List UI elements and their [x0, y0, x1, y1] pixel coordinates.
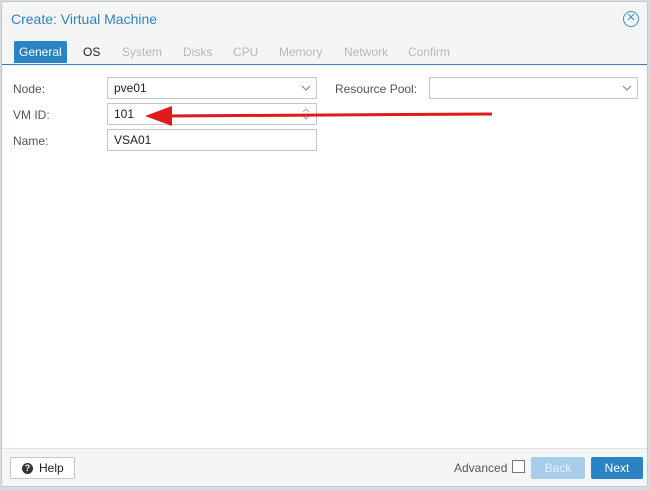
tab-cpu: CPU [233, 45, 259, 59]
node-label: Node: [13, 82, 46, 96]
tab-general[interactable]: General [14, 41, 67, 63]
question-icon: ? [22, 463, 33, 474]
resource-pool-select[interactable] [429, 77, 638, 99]
title-bar: Create: Virtual Machine ✕ [2, 2, 647, 36]
tab-memory: Memory [279, 45, 323, 59]
vmid-value: 101 [114, 107, 135, 121]
dialog-footer: ? Help Advanced Back Next [2, 448, 647, 486]
node-value: pve01 [114, 81, 147, 95]
close-icon[interactable]: ✕ [623, 11, 639, 27]
advanced-label: Advanced [454, 461, 508, 475]
name-field[interactable]: VSA01 [107, 129, 317, 151]
tab-disks: Disks [183, 45, 213, 59]
tab-network: Network [344, 45, 389, 59]
tab-confirm: Confirm [408, 45, 451, 59]
vmid-label: VM ID: [13, 108, 50, 122]
annotation-arrow-icon [145, 106, 493, 126]
tab-system: System [122, 45, 163, 59]
chevron-down-icon [622, 85, 632, 91]
name-value: VSA01 [114, 133, 152, 147]
help-button-label: Help [39, 461, 64, 475]
wizard-tabs: General OS System Disks CPU Memory Netwo… [2, 39, 647, 65]
next-button[interactable]: Next [591, 457, 643, 479]
node-select[interactable]: pve01 [107, 77, 317, 99]
name-label: Name: [13, 134, 49, 148]
create-vm-dialog: Create: Virtual Machine ✕ General OS Sys… [1, 1, 648, 487]
help-button[interactable]: ? Help [10, 457, 75, 479]
advanced-checkbox[interactable] [512, 460, 525, 473]
resource-pool-label: Resource Pool: [335, 82, 418, 96]
chevron-down-icon [301, 85, 311, 91]
dialog-title: Create: Virtual Machine [11, 11, 158, 27]
back-button: Back [531, 457, 585, 479]
tab-os[interactable]: OS [78, 41, 105, 63]
